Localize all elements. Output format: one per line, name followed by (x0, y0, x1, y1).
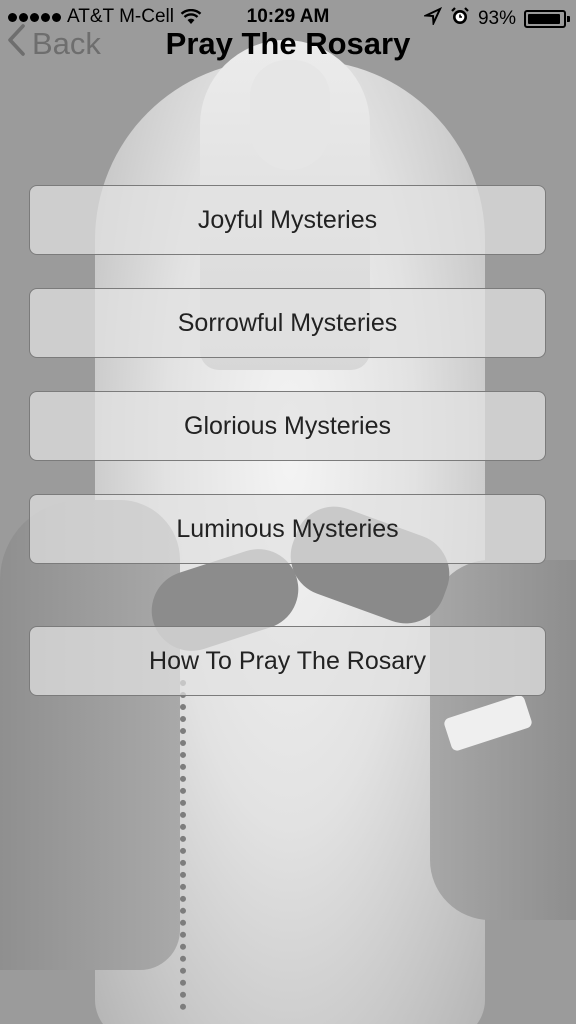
sorrowful-mysteries-button[interactable]: Sorrowful Mysteries (29, 288, 546, 358)
button-label: Glorious Mysteries (184, 411, 391, 440)
how-to-pray-button[interactable]: How To Pray The Rosary (29, 626, 546, 696)
joyful-mysteries-button[interactable]: Joyful Mysteries (29, 185, 546, 255)
button-label: Joyful Mysteries (197, 205, 378, 234)
button-label: How To Pray The Rosary (149, 646, 426, 675)
left-arm (0, 500, 180, 970)
navigation-bar: Back Pray The Rosary (0, 20, 576, 70)
page-title: Pray The Rosary (165, 26, 411, 61)
button-label: Luminous Mysteries (176, 514, 399, 543)
glorious-mysteries-button[interactable]: Glorious Mysteries (29, 391, 546, 461)
rosary-beads (180, 680, 204, 1010)
luminous-mysteries-button[interactable]: Luminous Mysteries (29, 494, 546, 564)
statue-face (250, 60, 330, 170)
button-label: Sorrowful Mysteries (177, 308, 398, 337)
